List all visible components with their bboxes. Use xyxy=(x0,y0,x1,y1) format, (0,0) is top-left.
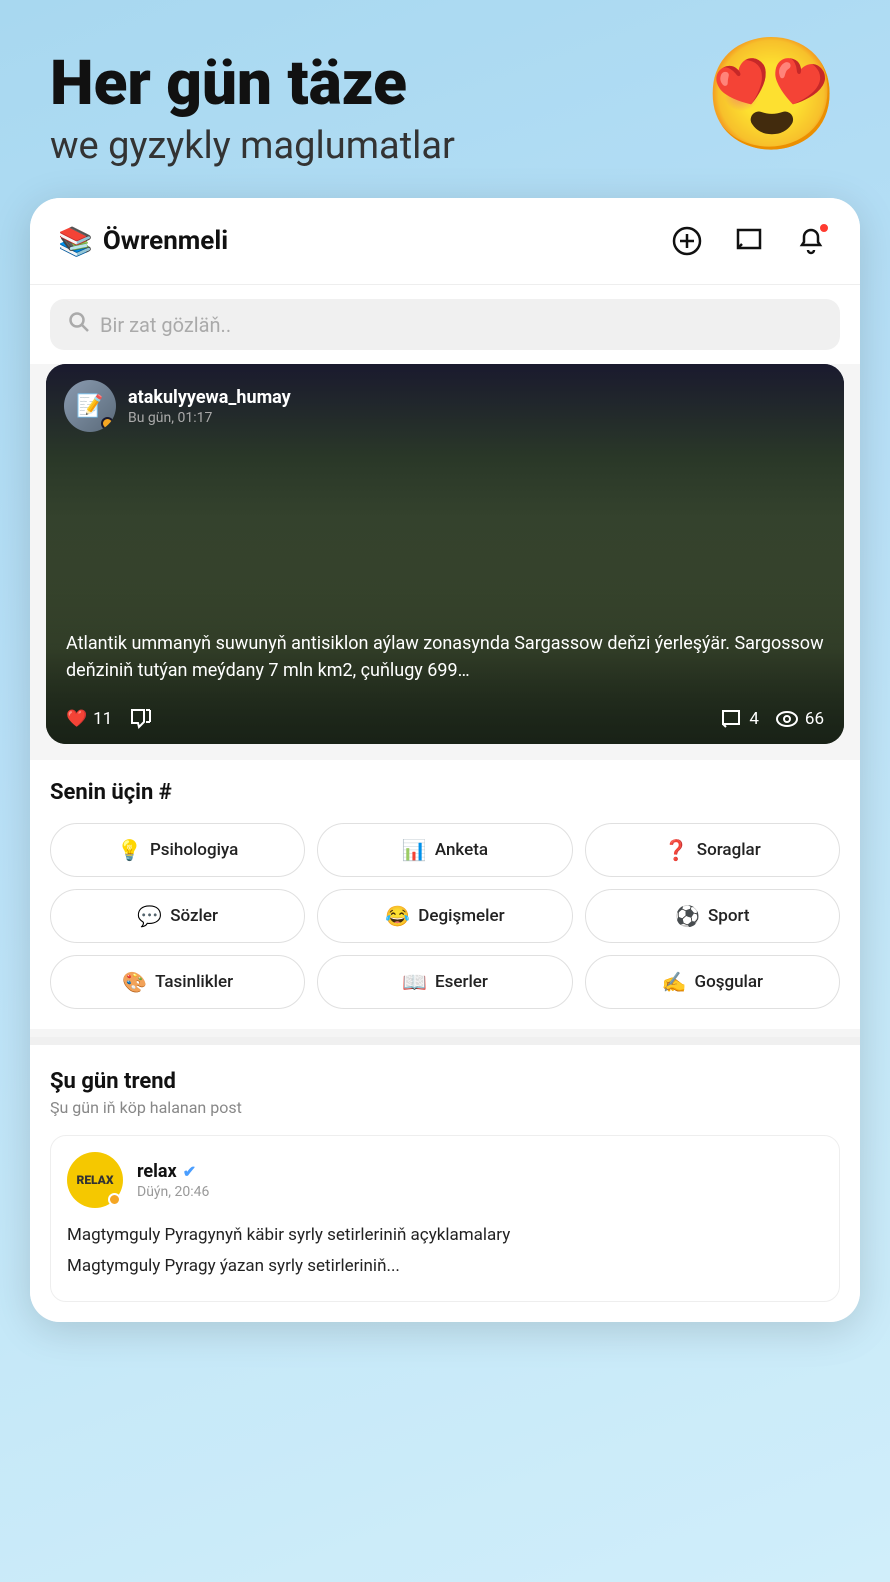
tag-anketa[interactable]: 📊 Anketa xyxy=(317,823,572,877)
trend-user-info: relax ✔ Düýn, 20:46 xyxy=(137,1161,209,1200)
degismeler-icon: 😂 xyxy=(385,904,410,928)
trend-timestamp: Düýn, 20:46 xyxy=(137,1184,209,1200)
add-button[interactable] xyxy=(666,220,708,262)
sport-icon: ⚽ xyxy=(675,904,700,928)
heart-icon: ❤️ xyxy=(66,709,87,729)
search-box[interactable]: Bir zat gözläň.. xyxy=(50,299,840,350)
tag-label: Anketa xyxy=(435,840,488,860)
trend-subtitle: Şu gün iň köp halanan post xyxy=(50,1098,840,1117)
search-icon xyxy=(68,311,90,338)
verified-icon: ✔ xyxy=(183,1162,196,1181)
trend-avatar: RELAX xyxy=(67,1152,123,1208)
comment-count: 4 xyxy=(749,709,759,729)
tag-label: Psihologiya xyxy=(150,840,238,860)
trend-online-dot xyxy=(108,1193,121,1206)
top-bar: 📚 Öwrenmeli xyxy=(30,198,860,285)
post-view-action: 66 xyxy=(775,707,824,731)
post-card: 📝 atakulyyewa_humay Bu gün, 01:17 Atlant… xyxy=(46,364,844,744)
tag-label: Eserler xyxy=(435,972,488,992)
gosgular-icon: ✍️ xyxy=(662,970,687,994)
tags-title: Senin üçin # xyxy=(50,780,840,805)
trend-line1: Magtymguly Pyragynyň käbir syrly setirle… xyxy=(67,1222,823,1249)
post-dislike-action[interactable] xyxy=(128,706,154,732)
chat-button[interactable] xyxy=(728,220,770,262)
tag-tasinlikler[interactable]: 🎨 Tasinlikler xyxy=(50,955,305,1009)
trend-username: relax ✔ xyxy=(137,1161,209,1182)
soraglar-icon: ❓ xyxy=(664,838,689,862)
app-name: Öwrenmeli xyxy=(103,226,666,256)
hero-section: Her gün täze we gyzykly maglumatlar 😍 xyxy=(30,40,860,198)
tag-eserler[interactable]: 📖 Eserler xyxy=(317,955,572,1009)
post-user-info: atakulyyewa_humay Bu gün, 01:17 xyxy=(128,387,291,426)
tag-label: Sözler xyxy=(170,906,218,926)
eserler-icon: 📖 xyxy=(402,970,427,994)
post-footer: ❤️ 11 4 xyxy=(46,694,844,744)
trend-line2: Magtymguly Pyragy ýazan syrly setirlerin… xyxy=(67,1253,823,1280)
trend-title: Şu gün trend xyxy=(50,1069,840,1094)
post-timestamp: Bu gün, 01:17 xyxy=(128,410,291,426)
hero-emoji: 😍 xyxy=(703,40,840,150)
tag-label: Sport xyxy=(708,906,750,926)
tag-label: Goşgular xyxy=(694,972,763,992)
tags-grid: 💡 Psihologiya 📊 Anketa ❓ Soraglar 💬 Sözl… xyxy=(50,823,840,1009)
trend-section: Şu gün trend Şu gün iň köp halanan post … xyxy=(30,1037,860,1321)
sozler-icon: 💬 xyxy=(137,904,162,928)
tag-label: Soraglar xyxy=(697,840,761,860)
post-text: Atlantik ummanyň suwunyň antisiklon aýla… xyxy=(46,630,844,684)
post-like-action[interactable]: ❤️ 11 xyxy=(66,709,112,729)
relax-label: RELAX xyxy=(77,1174,114,1186)
tags-section: Senin üçin # 💡 Psihologiya 📊 Anketa ❓ So… xyxy=(30,760,860,1029)
trend-post-card[interactable]: RELAX relax ✔ Düýn, 20:46 Magtymguly Pyr… xyxy=(50,1135,840,1301)
trend-content: Magtymguly Pyragynyň käbir syrly setirle… xyxy=(67,1222,823,1280)
post-header: 📝 atakulyyewa_humay Bu gün, 01:17 xyxy=(46,364,844,442)
view-count: 66 xyxy=(805,709,824,729)
tasinlikler-icon: 🎨 xyxy=(122,970,147,994)
tag-soraglar[interactable]: ❓ Soraglar xyxy=(585,823,840,877)
tag-sozler[interactable]: 💬 Sözler xyxy=(50,889,305,943)
anketa-icon: 📊 xyxy=(402,838,427,862)
app-logo-icon: 📚 xyxy=(58,225,93,258)
search-container: Bir zat gözläň.. xyxy=(30,285,860,364)
tag-sport[interactable]: ⚽ Sport xyxy=(585,889,840,943)
post-comment-action[interactable]: 4 xyxy=(719,707,759,731)
tag-psihologiya[interactable]: 💡 Psihologiya xyxy=(50,823,305,877)
tag-gosgular[interactable]: ✍️ Goşgular xyxy=(585,955,840,1009)
like-count: 11 xyxy=(93,709,112,729)
search-placeholder: Bir zat gözläň.. xyxy=(100,313,231,337)
tag-degismeler[interactable]: 😂 Degişmeler xyxy=(317,889,572,943)
post-avatar: 📝 xyxy=(64,380,116,432)
top-icons xyxy=(666,220,832,262)
notifications-button[interactable] xyxy=(790,220,832,262)
tag-label: Tasinlikler xyxy=(155,972,233,992)
online-indicator xyxy=(101,417,114,430)
trend-post-header: RELAX relax ✔ Düýn, 20:46 xyxy=(67,1152,823,1208)
tag-label: Degişmeler xyxy=(418,906,504,926)
post-username[interactable]: atakulyyewa_humay xyxy=(128,387,291,408)
psihologiya-icon: 💡 xyxy=(117,838,142,862)
notification-badge xyxy=(818,222,830,234)
app-card: 📚 Öwrenmeli xyxy=(30,198,860,1321)
